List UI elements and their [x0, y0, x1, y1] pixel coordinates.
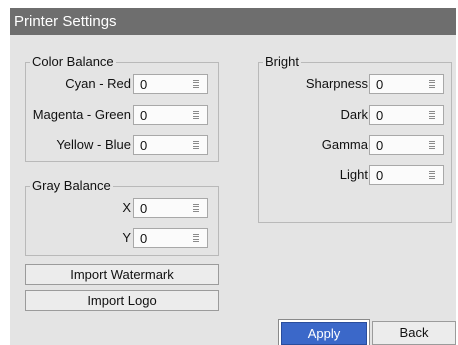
grip-lines-icon[interactable] — [193, 234, 199, 242]
import-logo-button[interactable]: Import Logo — [25, 290, 219, 311]
gray-balance-title: Gray Balance — [30, 178, 113, 194]
grip-lines-icon[interactable] — [429, 111, 435, 119]
gray-y-row: Y 0 — [26, 228, 220, 248]
gamma-row: Gamma 0 — [259, 135, 453, 155]
grip-lines-icon[interactable] — [193, 111, 199, 119]
cyan-red-input[interactable]: 0 — [133, 74, 208, 94]
cyan-red-value: 0 — [140, 77, 148, 92]
yellow-blue-input[interactable]: 0 — [133, 135, 208, 155]
sharpness-row: Sharpness 0 — [259, 74, 453, 94]
magenta-green-input[interactable]: 0 — [133, 105, 208, 125]
back-button[interactable]: Back — [372, 321, 456, 345]
sharpness-value: 0 — [376, 77, 384, 92]
dark-label: Dark — [340, 107, 368, 122]
gray-x-value: 0 — [140, 201, 148, 216]
cyan-red-row: Cyan - Red 0 — [26, 74, 220, 94]
color-balance-group: Color Balance Cyan - Red 0 Magenta - Gre… — [25, 54, 220, 162]
sharpness-input[interactable]: 0 — [369, 74, 444, 94]
gray-y-label: Y — [122, 230, 131, 245]
gray-y-value: 0 — [140, 231, 148, 246]
dark-value: 0 — [376, 108, 384, 123]
magenta-green-row: Magenta - Green 0 — [26, 105, 220, 125]
gray-x-row: X 0 — [26, 198, 220, 218]
light-value: 0 — [376, 168, 384, 183]
light-input[interactable]: 0 — [369, 165, 444, 185]
light-label: Light — [339, 167, 368, 182]
printer-settings-window: Printer Settings Color Balance Cyan - Re… — [10, 8, 456, 345]
grip-lines-icon[interactable] — [429, 80, 435, 88]
dark-row: Dark 0 — [259, 105, 453, 125]
sharpness-label: Sharpness — [305, 76, 368, 91]
gamma-input[interactable]: 0 — [369, 135, 444, 155]
import-watermark-button[interactable]: Import Watermark — [25, 264, 219, 285]
yellow-blue-label: Yellow - Blue — [56, 137, 131, 152]
light-row: Light 0 — [259, 165, 453, 185]
grip-lines-icon[interactable] — [193, 141, 199, 149]
grip-lines-icon[interactable] — [193, 204, 199, 212]
color-balance-title: Color Balance — [30, 54, 116, 70]
dark-input[interactable]: 0 — [369, 105, 444, 125]
magenta-green-value: 0 — [140, 108, 148, 123]
gray-x-input[interactable]: 0 — [133, 198, 208, 218]
bright-title: Bright — [263, 54, 301, 70]
gray-balance-group: Gray Balance X 0 Y 0 — [25, 178, 220, 256]
window-title: Printer Settings — [14, 13, 117, 30]
magenta-green-label: Magenta - Green — [32, 107, 131, 122]
cyan-red-label: Cyan - Red — [65, 76, 131, 91]
yellow-blue-value: 0 — [140, 138, 148, 153]
yellow-blue-row: Yellow - Blue 0 — [26, 135, 220, 155]
apply-button[interactable]: Apply — [281, 322, 367, 345]
grip-lines-icon[interactable] — [193, 80, 199, 88]
bright-group: Bright Sharpness 0 Dark 0 Gamma 0 Light — [258, 54, 453, 223]
grip-lines-icon[interactable] — [429, 141, 435, 149]
gray-x-label: X — [122, 200, 131, 215]
gray-y-input[interactable]: 0 — [133, 228, 208, 248]
gamma-label: Gamma — [321, 137, 368, 152]
gamma-value: 0 — [376, 138, 384, 153]
title-bar: Printer Settings — [10, 8, 456, 35]
grip-lines-icon[interactable] — [429, 171, 435, 179]
